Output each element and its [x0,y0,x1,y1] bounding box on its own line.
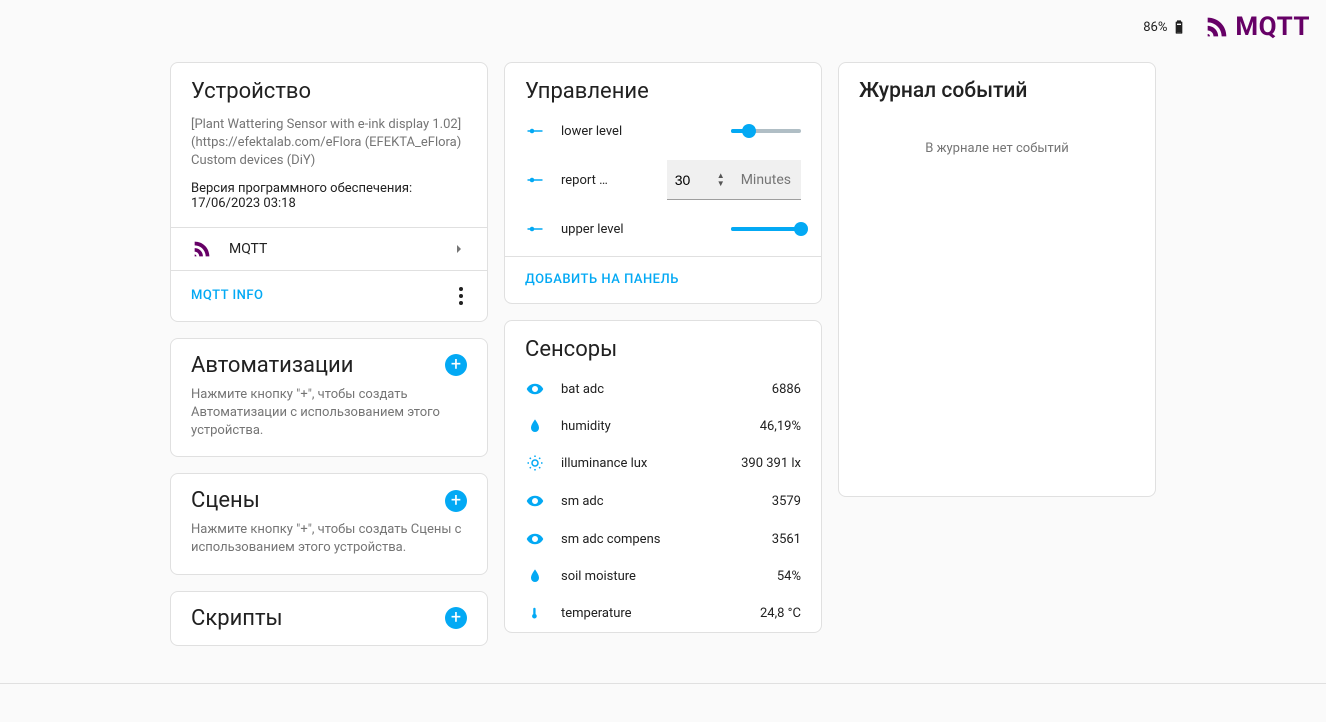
mqtt-icon [1203,13,1231,41]
mqtt-info-link[interactable]: MQTT INFO [191,288,263,303]
sensors-title: Сенсоры [505,321,821,370]
control-label: upper level [561,222,641,237]
scripts-title: Скрипты [191,606,283,631]
sun-icon [525,454,545,472]
battery-icon [1171,19,1187,35]
logbook-title: Журнал событий [839,63,1155,111]
eye-icon [525,380,545,398]
sensors-card: Сенсоры bat adc 6886 humidity 46,19% illumin… [504,320,822,633]
divider [0,683,1326,684]
topbar: 86% MQTT [0,0,1326,46]
eye-icon [525,530,545,548]
spinner-icon[interactable]: ▲▼ [717,172,731,188]
slider[interactable] [731,129,801,133]
control-row: lower level [505,112,821,150]
device-vendor: Custom devices (DiY) [191,152,467,170]
tune-icon [525,220,545,238]
sensor-label: bat adc [561,382,756,397]
number-input[interactable] [667,172,717,188]
scenes-card: Сцены + Нажмите кнопку "+", чтобы создат… [170,473,488,574]
control-label: report … [561,173,641,188]
logbook-empty-text: В журнале нет событий [839,111,1155,496]
battery-percent: 86% [1143,20,1167,35]
sensor-row[interactable]: soil moisture 54% [505,558,821,594]
sensor-row[interactable]: sm adc compens 3561 [505,520,821,558]
add-automation-button[interactable]: + [445,354,467,376]
device-description: [Plant Wattering Sensor with e-ink displ… [191,116,467,152]
sensor-value: 54% [777,569,801,584]
eye-icon [525,492,545,510]
overflow-menu-button[interactable] [455,283,467,309]
scripts-card: Скрипты + [170,591,488,646]
add-to-dashboard-link[interactable]: ДОБАВИТЬ НА ПАНЕЛЬ [525,272,679,287]
tune-icon [525,122,545,140]
slider[interactable] [731,227,801,231]
sensor-row[interactable]: humidity 46,19% [505,408,821,444]
tune-icon [525,171,545,189]
mqtt-icon [191,238,213,260]
controls-title: Управление [505,63,821,112]
therm-icon [525,604,545,622]
device-title: Устройство [171,63,487,112]
control-label: lower level [561,124,641,139]
brand-logo: MQTT [1203,12,1310,42]
drop-icon [525,418,545,434]
sensor-value: 24,8 °C [760,606,801,621]
sensor-value: 46,19% [760,419,801,434]
fw-label: Версия программного обеспечения: [191,181,412,196]
sensor-label: humidity [561,419,744,434]
sensor-label: temperature [561,606,744,621]
sensor-row[interactable]: sm adc 3579 [505,482,821,520]
sensor-row[interactable]: illuminance lux 390 391 lx [505,444,821,482]
sensor-value: 6886 [772,382,801,397]
fw-value: 17/06/2023 03:18 [191,196,296,211]
battery-indicator: 86% [1143,19,1187,35]
sensor-label: illuminance lux [561,456,725,471]
sensor-value: 390 391 lx [741,456,801,471]
integration-name: MQTT [229,241,435,257]
automations-empty-text: Нажмите кнопку "+", чтобы создать Автома… [171,386,487,457]
control-row: report … ▲▼Minutes [505,150,821,210]
chevron-right-icon [451,241,467,257]
integration-row[interactable]: MQTT [171,227,487,270]
automations-card: Автоматизации + Нажмите кнопку "+", чтоб… [170,338,488,458]
scenes-title: Сцены [191,488,260,513]
unit-label: Minutes [731,172,801,188]
brand-text: MQTT [1235,12,1310,42]
add-scene-button[interactable]: + [445,490,467,512]
sensor-value: 3579 [772,494,801,509]
sensor-row[interactable]: bat adc 6886 [505,370,821,408]
scenes-empty-text: Нажмите кнопку "+", чтобы создать Сцены … [171,521,487,573]
sensor-label: sm adc compens [561,532,756,547]
sensor-label: soil moisture [561,569,761,584]
sensor-value: 3561 [772,532,801,547]
control-row: upper level [505,210,821,248]
add-script-button[interactable]: + [445,607,467,629]
automations-title: Автоматизации [191,353,353,378]
logbook-card: Журнал событий В журнале нет событий [838,62,1156,497]
sensor-row[interactable]: temperature 24,8 °C [505,594,821,632]
sensor-label: sm adc [561,494,756,509]
controls-card: Управление lower level report … ▲▼Minutes u… [504,62,822,304]
drop-icon [525,568,545,584]
number-field[interactable]: ▲▼Minutes [667,160,801,200]
device-card: Устройство [Plant Wattering Sensor with … [170,62,488,322]
